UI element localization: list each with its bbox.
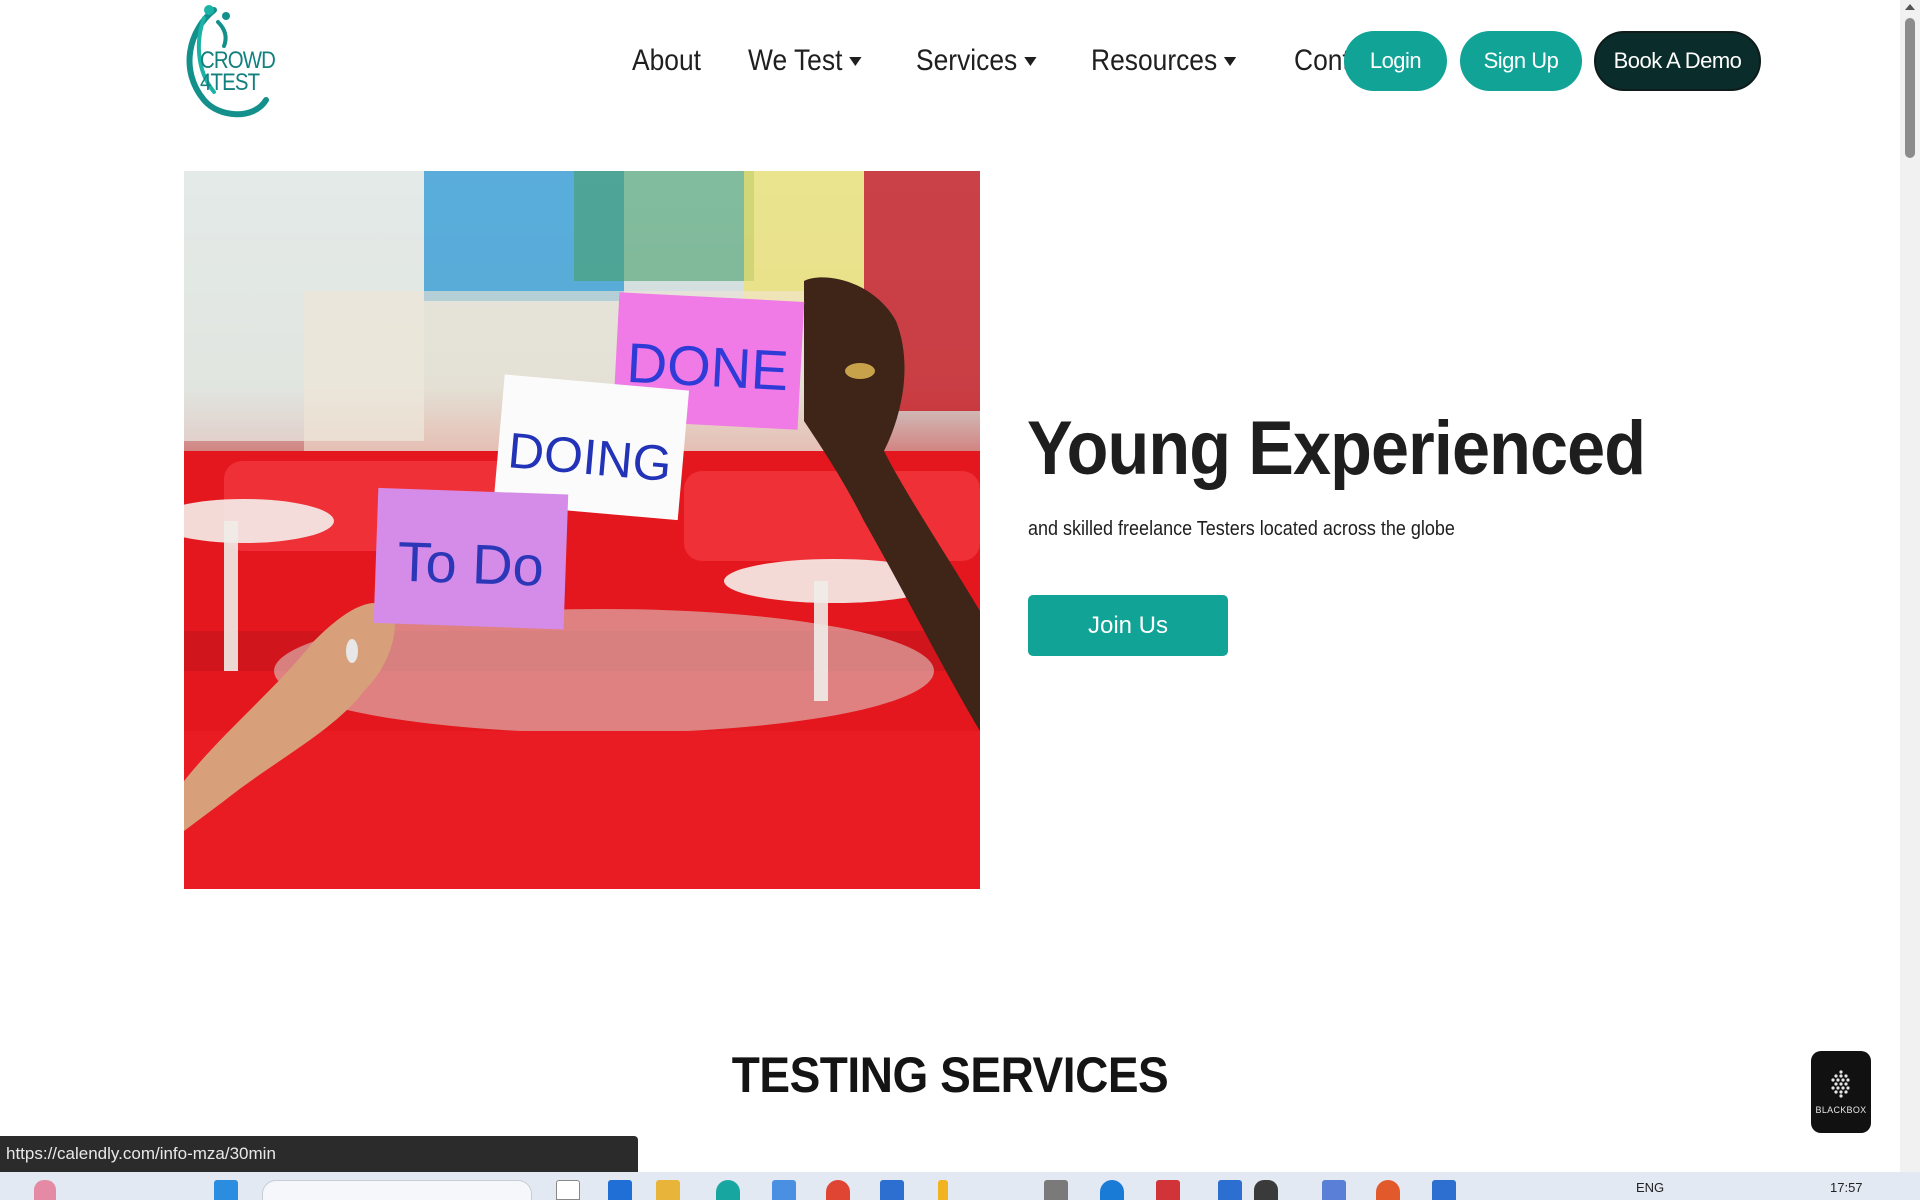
app-icon[interactable] <box>608 1180 632 1200</box>
hero-subtitle: and skilled freelance Testers located ac… <box>1028 518 1455 540</box>
page-scrollbar[interactable] <box>1900 0 1920 1172</box>
caret-down-icon <box>1223 56 1237 66</box>
app-icon[interactable] <box>772 1180 796 1200</box>
hero-title: Young Experienced <box>1027 406 1646 491</box>
gmail-icon[interactable] <box>1156 1180 1180 1200</box>
edge-icon[interactable] <box>716 1180 740 1200</box>
book-demo-button[interactable]: Book A Demo <box>1594 31 1761 91</box>
todo-card-text: To Do <box>397 530 545 598</box>
app-icon[interactable] <box>1432 1180 1456 1200</box>
crowd4test-logo[interactable]: CROWD 4TEST <box>174 0 286 122</box>
language-indicator[interactable]: ENG <box>1636 1180 1664 1195</box>
app-icon[interactable] <box>1218 1180 1242 1200</box>
nav-services[interactable]: Services <box>916 44 1037 78</box>
windows-start-icon[interactable] <box>214 1180 238 1200</box>
kanban-cards-illustration: DONE DOING To Do <box>184 171 980 889</box>
nav-we-test[interactable]: We Test <box>748 44 863 78</box>
nav-resources[interactable]: Resources <box>1091 44 1237 78</box>
blackbox-label: BLACKBOX <box>1815 1105 1867 1115</box>
app-icon[interactable] <box>1254 1180 1278 1200</box>
task-view-icon[interactable] <box>556 1180 580 1200</box>
caret-down-icon <box>1023 56 1037 66</box>
login-button[interactable]: Login <box>1344 31 1447 91</box>
nav-about[interactable]: About <box>632 44 701 78</box>
clock-time[interactable]: 17:57 <box>1830 1180 1863 1195</box>
blackbox-widget-button[interactable]: BLACKBOX <box>1811 1051 1871 1133</box>
nav-about-label: About <box>632 44 701 77</box>
testing-services-heading: TESTING SERVICES <box>731 1047 1169 1103</box>
chrome-icon[interactable] <box>826 1180 850 1200</box>
app-icon[interactable] <box>1376 1180 1400 1200</box>
logo-text-line2: 4TEST <box>200 69 260 96</box>
signup-button[interactable]: Sign Up <box>1460 31 1582 91</box>
calendar-icon[interactable] <box>1322 1180 1346 1200</box>
logo-text: CROWD 4TEST <box>200 49 276 96</box>
blackbox-dots-icon <box>1831 1070 1850 1098</box>
app-icon[interactable] <box>880 1180 904 1200</box>
widgets-icon[interactable] <box>34 1180 56 1200</box>
app-icon[interactable] <box>1100 1180 1124 1200</box>
site-header: CROWD 4TEST About We Test Services Resou… <box>0 0 1900 125</box>
scrollbar-thumb[interactable] <box>1905 18 1915 158</box>
taskbar-search-box[interactable] <box>262 1180 532 1200</box>
nav-we-test-label: We Test <box>748 44 843 77</box>
file-explorer-icon[interactable] <box>656 1180 680 1200</box>
nav-services-label: Services <box>915 44 1017 77</box>
join-us-button[interactable]: Join Us <box>1028 595 1228 656</box>
app-icon[interactable] <box>938 1180 948 1200</box>
app-icon[interactable] <box>1044 1180 1068 1200</box>
main-nav: About We Test Services Resources Contact <box>632 36 1436 86</box>
link-status-url: https://calendly.com/info-mza/30min <box>0 1136 638 1172</box>
caret-down-icon <box>849 56 863 66</box>
nav-resources-label: Resources <box>1090 44 1217 77</box>
windows-taskbar: ENG 17:57 <box>0 1172 1920 1200</box>
hero-kanban-photo: DONE DOING To Do <box>184 171 980 889</box>
scroll-up-arrow-icon[interactable] <box>1905 4 1915 10</box>
